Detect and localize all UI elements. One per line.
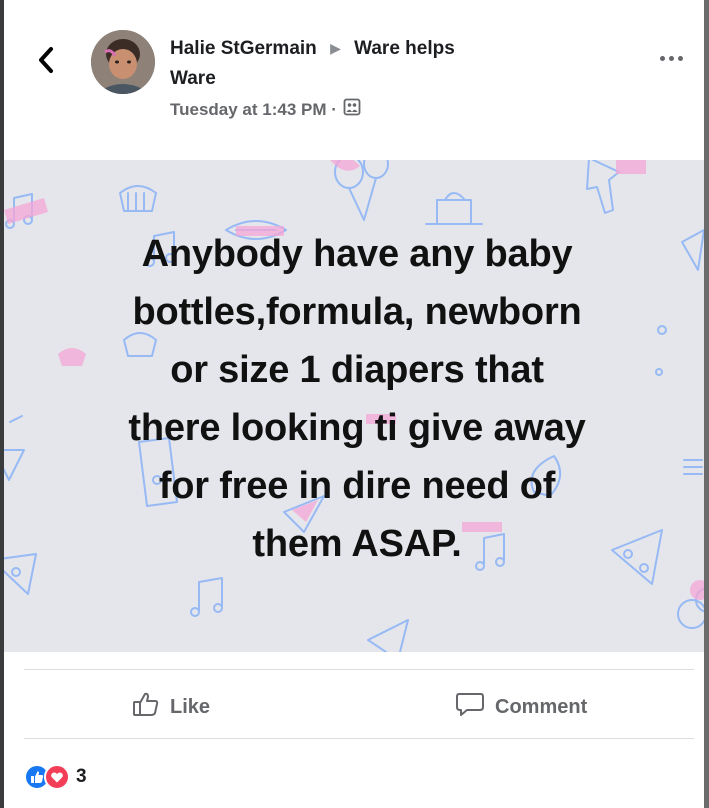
author-name[interactable]: Halie StGermain xyxy=(170,38,317,59)
back-arrow-icon[interactable] xyxy=(34,42,58,78)
post-text-line: them ASAP. xyxy=(252,523,462,565)
post-background: Anybody have any baby bottles,formula, n… xyxy=(4,160,704,652)
post-text-line: for free in dire need of xyxy=(158,465,556,507)
comment-icon xyxy=(455,690,485,724)
post-header: Halie StGermain ▶ Ware helps Ware Tuesda… xyxy=(4,0,704,160)
like-icon xyxy=(132,690,160,724)
post-text: Anybody have any baby bottles,formula, n… xyxy=(32,225,682,573)
like-label: Like xyxy=(170,695,211,718)
post-text-line: or size 1 diapers that xyxy=(170,349,544,391)
post-text-line: Anybody have any baby xyxy=(141,233,573,275)
avatar[interactable] xyxy=(91,30,155,94)
post-timestamp[interactable]: Tuesday at 1:43 PM · xyxy=(170,100,337,120)
group-name[interactable]: Ware helps xyxy=(354,38,455,59)
divider xyxy=(24,738,694,739)
audience-icon xyxy=(343,98,361,121)
shared-to-arrow-icon: ▶ xyxy=(330,40,341,56)
comment-label: Comment xyxy=(495,695,588,718)
post-meta: Tuesday at 1:43 PM · xyxy=(170,98,361,121)
more-options-icon[interactable] xyxy=(660,56,683,61)
group-name-continued[interactable]: Ware xyxy=(170,68,216,89)
comment-button[interactable]: Comment xyxy=(455,690,587,724)
window-right-edge xyxy=(704,0,709,808)
reaction-count: 3 xyxy=(76,766,87,787)
post-text-line: bottles,formula, newborn xyxy=(132,291,582,333)
love-reaction-icon xyxy=(44,764,70,790)
like-button[interactable]: Like xyxy=(132,690,210,724)
post-author-line: Halie StGermain ▶ Ware helps Ware xyxy=(170,33,590,94)
reactions-summary[interactable]: 3 xyxy=(24,764,87,790)
post-text-line: there looking ti give away xyxy=(128,407,586,449)
divider xyxy=(24,669,694,670)
